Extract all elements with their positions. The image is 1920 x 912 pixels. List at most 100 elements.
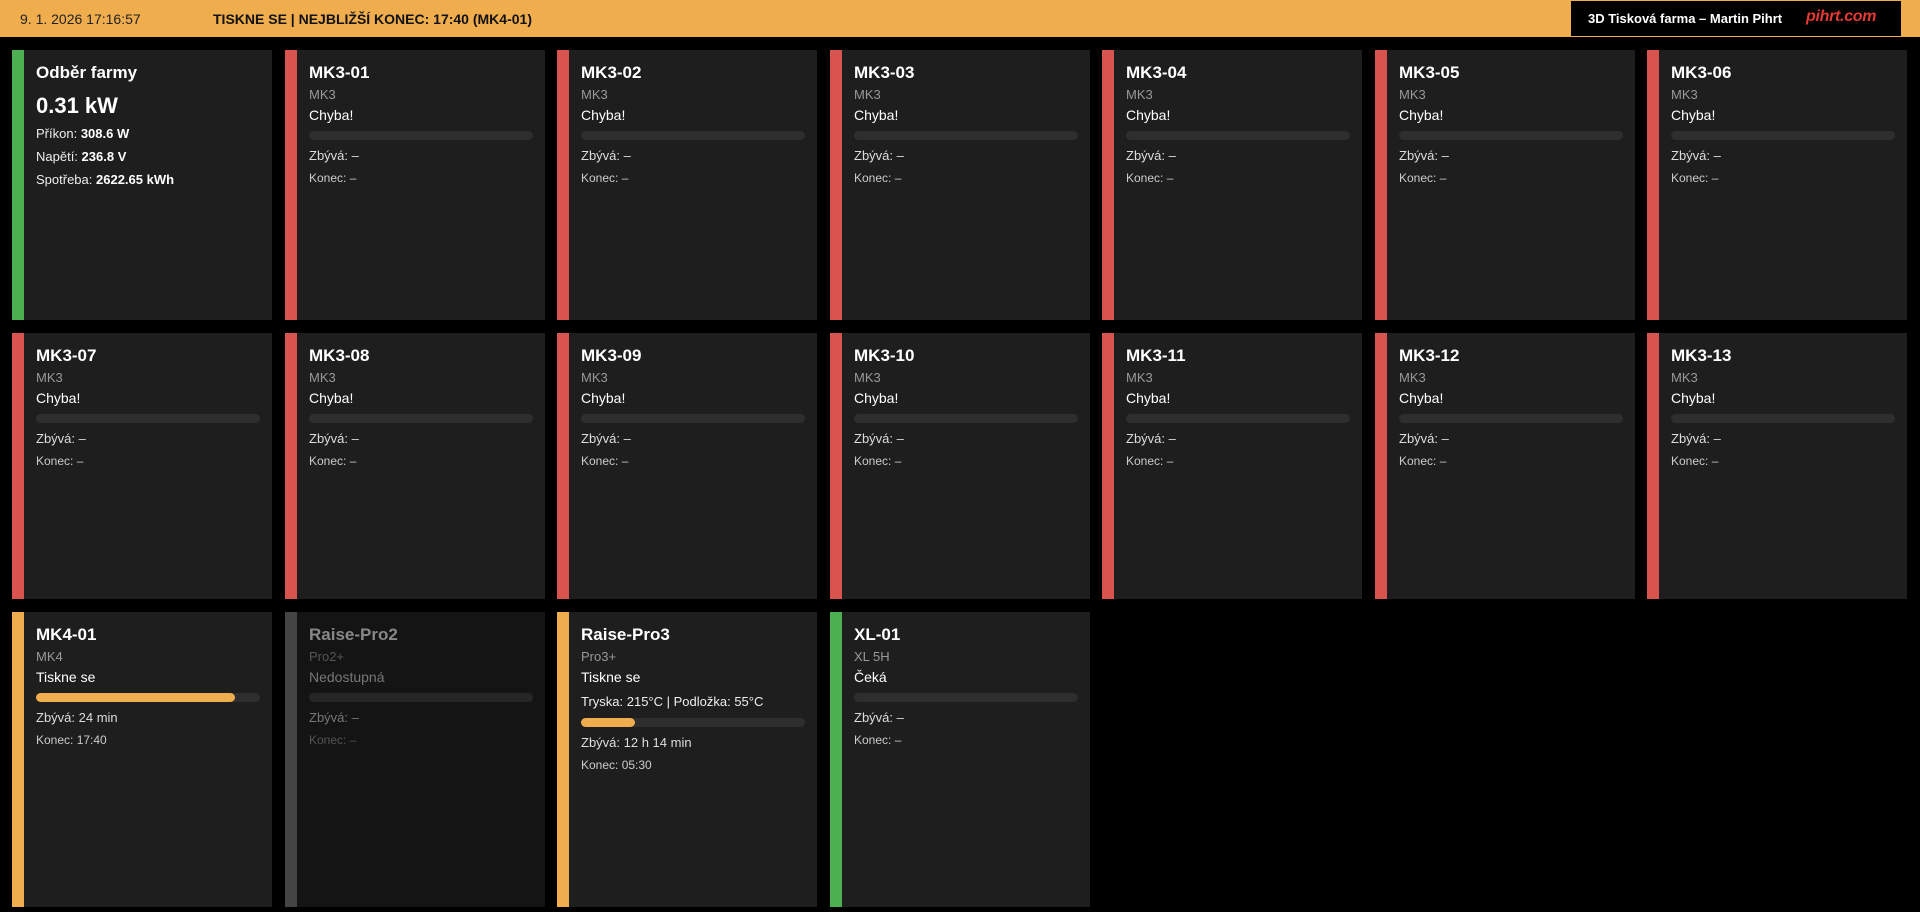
printer-end: Konec: – bbox=[1671, 171, 1719, 185]
printer-end: Konec: – bbox=[1126, 171, 1174, 185]
progress-bar bbox=[581, 131, 805, 140]
printer-end: Konec: – bbox=[581, 454, 629, 468]
printer-remaining: Zbývá: 12 h 14 min bbox=[581, 735, 692, 750]
status-bar bbox=[1647, 333, 1659, 599]
printer-card[interactable]: MK3-06 MK3 Chyba! Zbývá: – Konec: – bbox=[1647, 50, 1907, 320]
printer-end: Konec: – bbox=[36, 454, 84, 468]
printer-name: MK3-10 bbox=[854, 346, 915, 365]
printer-card[interactable]: Raise-Pro3 Pro3+ Tiskne se Tryska: 215°C | … bbox=[557, 612, 817, 907]
printer-state: Chyba! bbox=[309, 107, 354, 123]
status-bar bbox=[1375, 333, 1387, 599]
progress-bar bbox=[1399, 414, 1623, 423]
status-bar bbox=[557, 333, 569, 599]
progress-bar bbox=[1126, 131, 1350, 140]
printer-state: Chyba! bbox=[309, 390, 354, 406]
printer-card[interactable]: Raise-Pro2 Pro2+ Nedostupná Zbývá: – Konec: … bbox=[285, 612, 545, 907]
progress-bar bbox=[36, 414, 260, 423]
printer-model: MK3 bbox=[309, 87, 336, 102]
status-bar bbox=[285, 612, 297, 907]
status-bar bbox=[12, 612, 24, 907]
brand-title: 3D Tisková farma – Martin Pihrt bbox=[1588, 11, 1783, 26]
printer-name: MK3-04 bbox=[1126, 63, 1187, 82]
printer-model: MK4 bbox=[36, 649, 63, 664]
progress-bar bbox=[1671, 414, 1895, 423]
printer-card[interactable]: MK3-03 MK3 Chyba! Zbývá: – Konec: – bbox=[830, 50, 1090, 320]
printer-end: Konec: 17:40 bbox=[36, 733, 107, 747]
status-bar bbox=[557, 50, 569, 320]
printer-temps: Tryska: 215°C | Podložka: 55°C bbox=[581, 694, 764, 709]
status-bar bbox=[1375, 50, 1387, 320]
brand-logo[interactable]: pihrt.com bbox=[1806, 8, 1877, 26]
printer-card[interactable]: MK3-02 MK3 Chyba! Zbývá: – Konec: – bbox=[557, 50, 817, 320]
printer-state: Chyba! bbox=[581, 107, 626, 123]
power-card: Odběr farmy 0.31 kW Příkon: 308.6 W Napě… bbox=[12, 50, 272, 320]
printer-card[interactable]: MK4-01 MK4 Tiskne se Zbývá: 24 min Konec: 17… bbox=[12, 612, 272, 907]
printer-name: MK3-13 bbox=[1671, 346, 1732, 365]
progress-bar bbox=[36, 693, 260, 702]
power-row-consumption: Spotřeba: 2622.65 kWh bbox=[36, 172, 175, 187]
printer-model: Pro2+ bbox=[309, 649, 345, 664]
printer-card[interactable]: MK3-10 MK3 Chyba! Zbývá: – Konec: – bbox=[830, 333, 1090, 599]
printer-name: MK4-01 bbox=[36, 625, 97, 644]
printer-state: Chyba! bbox=[1399, 107, 1444, 123]
printer-model: MK3 bbox=[36, 370, 63, 385]
printer-remaining: Zbývá: – bbox=[854, 431, 904, 446]
printer-name: MK3-11 bbox=[1126, 346, 1186, 365]
printer-remaining: Zbývá: – bbox=[854, 148, 904, 163]
farm-status: TISKNE SE | NEJBLIŽŠÍ KONEC: 17:40 (MK4-… bbox=[213, 11, 532, 27]
printer-card[interactable]: MK3-09 MK3 Chyba! Zbývá: – Konec: – bbox=[557, 333, 817, 599]
printer-remaining: Zbývá: – bbox=[1399, 148, 1449, 163]
printer-name: MK3-12 bbox=[1399, 346, 1460, 365]
printer-remaining: Zbývá: – bbox=[1399, 431, 1449, 446]
printer-remaining: Zbývá: – bbox=[581, 148, 631, 163]
status-bar bbox=[285, 333, 297, 599]
printer-name: MK3-01 bbox=[309, 63, 370, 82]
printer-card[interactable]: XL-01 XL 5H Čeká Zbývá: – Konec: – bbox=[830, 612, 1090, 907]
status-bar bbox=[12, 333, 24, 599]
printer-card[interactable]: MK3-13 MK3 Chyba! Zbývá: – Konec: – bbox=[1647, 333, 1907, 599]
printer-end: Konec: – bbox=[854, 171, 902, 185]
printer-state: Nedostupná bbox=[309, 669, 385, 685]
printer-card[interactable]: MK3-12 MK3 Chyba! Zbývá: – Konec: – bbox=[1375, 333, 1635, 599]
printer-state: Chyba! bbox=[1671, 107, 1716, 123]
printer-state: Chyba! bbox=[581, 390, 626, 406]
progress-bar bbox=[854, 693, 1078, 702]
printer-end: Konec: – bbox=[309, 733, 357, 747]
printer-end: Konec: 05:30 bbox=[581, 758, 652, 772]
printer-state: Chyba! bbox=[854, 107, 899, 123]
printer-name: MK3-06 bbox=[1671, 63, 1732, 82]
status-bar bbox=[830, 50, 842, 320]
printer-model: MK3 bbox=[581, 370, 608, 385]
printer-card[interactable]: MK3-07 MK3 Chyba! Zbývá: – Konec: – bbox=[12, 333, 272, 599]
status-bar bbox=[1102, 50, 1114, 320]
printer-state: Tiskne se bbox=[36, 669, 96, 685]
printer-state: Chyba! bbox=[1671, 390, 1716, 406]
power-total: 0.31 kW bbox=[36, 93, 118, 118]
printer-card[interactable]: MK3-04 MK3 Chyba! Zbývá: – Konec: – bbox=[1102, 50, 1362, 320]
printer-end: Konec: – bbox=[581, 171, 629, 185]
status-bar bbox=[1647, 50, 1659, 320]
printer-name: MK3-07 bbox=[36, 346, 97, 365]
printer-state: Chyba! bbox=[36, 390, 81, 406]
printer-card[interactable]: MK3-11 MK3 Chyba! Zbývá: – Konec: – bbox=[1102, 333, 1362, 599]
printer-model: MK3 bbox=[1399, 370, 1426, 385]
printer-name: XL-01 bbox=[854, 625, 901, 644]
printer-card[interactable]: MK3-01 MK3 Chyba! Zbývá: – Konec: – bbox=[285, 50, 545, 320]
power-row-input: Příkon: 308.6 W bbox=[36, 126, 130, 141]
printer-remaining: Zbývá: 24 min bbox=[36, 710, 118, 725]
printer-card[interactable]: MK3-05 MK3 Chyba! Zbývá: – Konec: – bbox=[1375, 50, 1635, 320]
printer-state: Chyba! bbox=[1126, 390, 1171, 406]
printer-remaining: Zbývá: – bbox=[1126, 431, 1176, 446]
status-bar bbox=[830, 612, 842, 907]
printer-end: Konec: – bbox=[854, 454, 902, 468]
status-bar bbox=[1102, 333, 1114, 599]
printer-card[interactable]: MK3-08 MK3 Chyba! Zbývá: – Konec: – bbox=[285, 333, 545, 599]
printer-name: MK3-05 bbox=[1399, 63, 1460, 82]
progress-bar bbox=[309, 693, 533, 702]
printer-model: MK3 bbox=[1671, 370, 1698, 385]
progress-bar bbox=[309, 131, 533, 140]
status-bar bbox=[830, 333, 842, 599]
printer-remaining: Zbývá: – bbox=[1671, 431, 1721, 446]
printer-name: MK3-08 bbox=[309, 346, 370, 365]
power-row-voltage: Napětí: 236.8 V bbox=[36, 149, 127, 164]
